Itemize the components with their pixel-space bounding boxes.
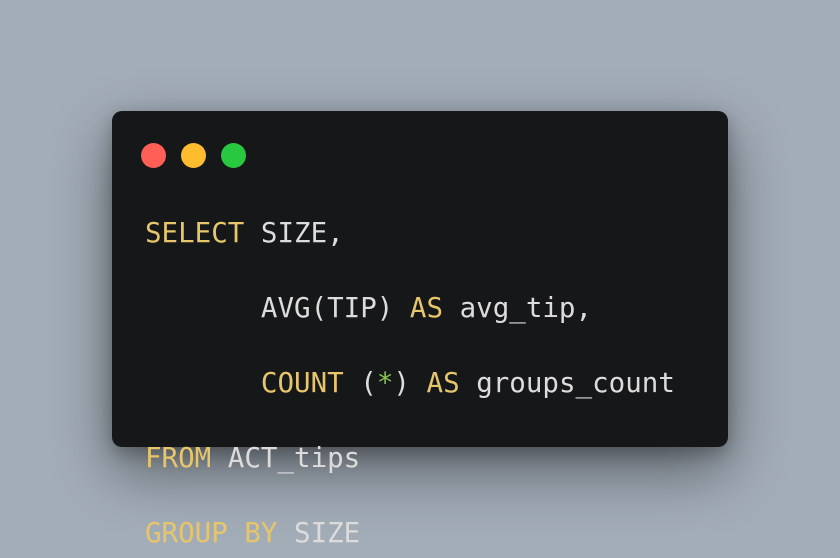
code-identifier: SIZE [277, 517, 361, 549]
code-keyword: FROM [145, 442, 212, 474]
code-block: SELECT SIZE, AVG(TIP) AS avg_tip, COUNT … [145, 215, 675, 553]
code-line: GROUP BY SIZE [145, 515, 675, 553]
code-identifier: ACT_tips [211, 442, 361, 474]
code-keyword: AS [409, 292, 444, 324]
code-keyword: GROUP BY [145, 517, 278, 549]
code-identifier: ) [393, 367, 427, 399]
code-line: COUNT (*) AS groups_count [145, 365, 675, 403]
code-line: AVG(TIP) AS avg_tip, [145, 290, 675, 328]
code-identifier: groups_count [459, 367, 675, 399]
background: { "colors": { "background": "#a3adb8", "… [0, 0, 840, 558]
code-line: SELECT SIZE, [145, 215, 675, 253]
code-identifier: SIZE, [244, 217, 344, 249]
zoom-dot-icon[interactable] [221, 143, 246, 168]
code-keyword: COUNT [260, 367, 344, 399]
code-keyword: SELECT [145, 217, 245, 249]
code-identifier: avg_tip, [443, 292, 593, 324]
code-identifier: AVG(TIP) [145, 292, 410, 324]
close-dot-icon[interactable] [141, 143, 166, 168]
code-identifier [145, 367, 261, 399]
code-line: FROM ACT_tips [145, 440, 675, 478]
code-window: SELECT SIZE, AVG(TIP) AS avg_tip, COUNT … [112, 111, 728, 549]
minimize-dot-icon[interactable] [181, 143, 206, 168]
code-identifier: ( [343, 367, 377, 399]
code-keyword: AS [426, 367, 460, 399]
code-operator: * [376, 367, 394, 399]
